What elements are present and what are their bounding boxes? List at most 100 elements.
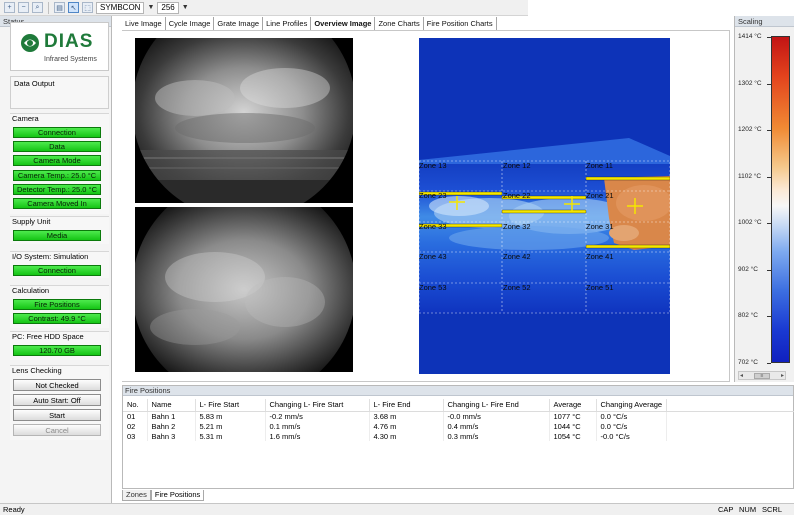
value-select[interactable]: 256 — [157, 1, 179, 14]
table-cell: 0.4 mm/s — [443, 421, 550, 431]
zone-label: Zone 11 — [586, 161, 613, 170]
table-row[interactable]: 02 Bahn 2 5.21 m 0.1 mm/s 4.76 m 0.4 mm/s 1044… — [123, 421, 794, 431]
calculation-group-label: Calculation — [12, 286, 50, 295]
col-changing-fire-start[interactable]: Changing L- Fire Start — [265, 399, 370, 412]
cancel-button[interactable]: Cancel — [13, 424, 101, 436]
fire-positions-title: Fire Positions — [123, 386, 793, 396]
print-icon[interactable]: ▤ — [54, 2, 65, 13]
media-button[interactable]: Media — [13, 230, 101, 241]
tab-zone-charts[interactable]: Zone Charts — [375, 17, 424, 30]
scale-tick-label: 1302 °C — [738, 79, 762, 87]
overview-thermal-graphic — [419, 38, 670, 374]
scale-tick-label: 702 °C — [738, 358, 758, 366]
detector-temp-button[interactable]: Detector Temp.: 25.0 °C — [13, 184, 101, 195]
camera-group-label: Camera — [12, 114, 39, 123]
table-cell: 1.6 mm/s — [265, 431, 370, 441]
status-bar: Ready CAP NUM SCRL — [0, 503, 794, 515]
scale-tick-mark — [767, 83, 771, 85]
camera-connection-button[interactable]: Connection — [13, 127, 101, 138]
camera-moved-in-button[interactable]: Camera Moved In — [13, 198, 101, 209]
col-changing-fire-end[interactable]: Changing L- Fire End — [443, 399, 550, 412]
start-button[interactable]: Start — [13, 409, 101, 421]
scaling-scrollbar[interactable]: ◂ ≡ ▸ — [738, 371, 786, 380]
contrast-button[interactable]: Contrast: 49.9 °C — [13, 313, 101, 324]
tab-fire-positions[interactable]: Fire Positions — [150, 490, 205, 501]
table-cell: -0.0 mm/s — [443, 411, 550, 421]
hdd-group-label: PC: Free HDD Space — [12, 332, 84, 341]
scrollbar-thumb[interactable]: ≡ — [754, 372, 770, 379]
zoom-out-icon[interactable]: − — [18, 2, 29, 13]
zoom-in-icon[interactable]: + — [4, 2, 15, 13]
fire-positions-button[interactable]: Fire Positions — [13, 299, 101, 310]
table-cell: 4.30 m — [369, 431, 444, 441]
scroll-right-icon[interactable]: ▸ — [781, 372, 784, 379]
supply-group-label: Supply Unit — [12, 217, 51, 226]
table-row[interactable]: 01 Bahn 1 5.83 m -0.2 mm/s 3.68 m -0.0 mm/s 10… — [123, 411, 794, 421]
table-cell: 0.0 °C/s — [596, 421, 667, 431]
table-cell-filler — [666, 431, 794, 441]
table-cell: 01 — [123, 411, 148, 421]
select-area-icon[interactable]: ⬚ — [82, 2, 93, 13]
auto-start-button[interactable]: Auto Start: Off — [13, 394, 101, 406]
tab-live-image[interactable]: Live Image — [122, 17, 166, 30]
camera-group: Camera Connection Data Camera Mode Camer… — [10, 113, 109, 214]
scale-tick-label: 802 °C — [738, 312, 758, 319]
io-connection-button[interactable]: Connection — [13, 265, 101, 276]
table-cell: Bahn 1 — [147, 411, 196, 421]
scale-tick-label: 1102 °C — [738, 172, 762, 180]
table-cell: 3.68 m — [369, 411, 444, 421]
camera-temp-button[interactable]: Camera Temp.: 25.0 °C — [13, 170, 101, 181]
io-group-label: I/O System: Simulation — [12, 252, 89, 261]
zone-label: Zone 21 — [586, 191, 614, 200]
zone-label: Zone 32 — [503, 222, 531, 231]
col-fire-end[interactable]: L- Fire End — [369, 399, 444, 412]
tab-cycle-image[interactable]: Cycle Image — [166, 17, 215, 30]
scale-tick-label: 1202 °C — [738, 126, 762, 133]
logo-text: DIAS — [44, 31, 94, 52]
fire-positions-body: 01 Bahn 1 5.83 m -0.2 mm/s 3.68 m -0.0 mm/s 10… — [123, 411, 794, 441]
chevron-down-icon[interactable]: ▼ — [147, 4, 154, 11]
col-average[interactable]: Average — [549, 399, 597, 412]
logo-subtitle: Infrared Systems — [44, 56, 97, 63]
zone-label: Zone 51 — [586, 283, 614, 292]
scroll-left-icon[interactable]: ◂ — [740, 372, 743, 379]
col-name[interactable]: Name — [147, 399, 196, 412]
camera-image-top-graphic — [135, 38, 353, 203]
main-toolbar: + − ⌕ ▤ ↖ ⬚ SYMBCON ▼ 256 ▼ — [0, 0, 528, 16]
camera-mode-button[interactable]: Camera Mode — [13, 155, 101, 166]
scale-tick-label: 902 °C — [738, 265, 758, 273]
zone-label: Zone 42 — [503, 252, 531, 261]
col-fire-start[interactable]: L- Fire Start — [195, 399, 266, 412]
table-row[interactable]: 03 Bahn 3 5.31 m 1.6 mm/s 4.30 m 0.3 mm/s 1054… — [123, 431, 794, 441]
camera-data-button[interactable]: Data — [13, 141, 101, 152]
col-no[interactable]: No. — [123, 399, 148, 412]
tab-line-profiles[interactable]: Line Profiles — [263, 17, 312, 30]
source-select[interactable]: SYMBCON — [96, 1, 145, 14]
supply-group: Supply Unit Media — [10, 216, 109, 244]
toolbar-separator — [48, 1, 49, 14]
table-cell: 0.0 °C/s — [596, 411, 667, 421]
chevron-down-icon[interactable]: ▼ — [182, 4, 189, 11]
pointer-icon[interactable]: ↖ — [68, 2, 79, 13]
scale-tick-mark — [767, 176, 771, 178]
zoom-fit-icon[interactable]: ⌕ — [32, 2, 43, 13]
col-changing-average[interactable]: Changing Average — [596, 399, 667, 412]
col-filler — [666, 399, 794, 412]
table-cell-filler — [666, 411, 794, 421]
tab-fire-position-charts[interactable]: Fire Position Charts — [424, 17, 497, 30]
tab-grate-image[interactable]: Grate Image — [214, 17, 264, 30]
not-checked-button[interactable]: Not Checked — [13, 379, 101, 391]
scale-tick-mark — [767, 37, 771, 38]
data-output-label: Data Output — [14, 79, 55, 88]
table-cell: 0.3 mm/s — [443, 431, 550, 441]
hdd-space-button[interactable]: 120.70 GB — [13, 345, 101, 356]
hdd-group: PC: Free HDD Space 120.70 GB — [10, 331, 109, 360]
table-cell: 5.83 m — [195, 411, 266, 421]
tab-overview-image[interactable]: Overview Image — [311, 17, 376, 30]
scale-tick-label: 1002 °C — [738, 219, 762, 226]
camera-image-bottom-graphic — [135, 207, 353, 372]
overview-image[interactable] — [419, 38, 670, 374]
tab-zones[interactable]: Zones — [122, 490, 151, 501]
table-header-row: No. Name L- Fire Start Changing L- Fire … — [123, 399, 794, 412]
table-cell: 02 — [123, 421, 148, 431]
